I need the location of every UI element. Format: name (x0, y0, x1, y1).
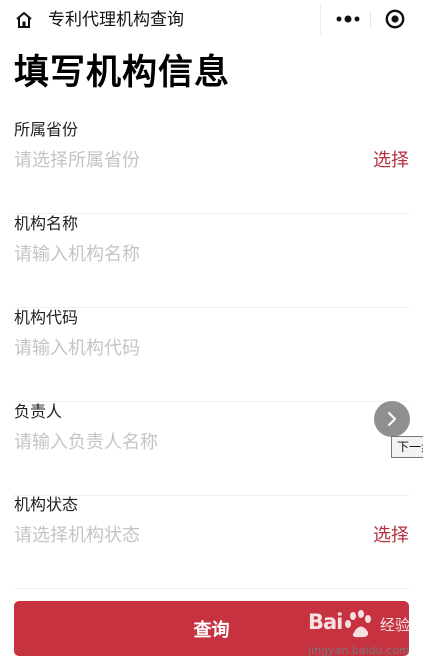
field-agency-code: 机构代码 (14, 307, 409, 402)
more-icon[interactable] (335, 11, 361, 27)
status-select-button[interactable]: 选择 (373, 524, 409, 548)
principal-label: 负责人 (14, 402, 63, 421)
paw-icon (344, 610, 376, 644)
field-agency-name: 机构名称 (14, 213, 409, 308)
watermark-url: jingyan.baidu.com (308, 644, 410, 657)
agency-status-input[interactable] (14, 524, 354, 548)
agency-name-input[interactable] (14, 243, 354, 267)
home-icon[interactable] (14, 10, 34, 30)
capsule-divider (370, 11, 371, 27)
chevron-right-icon (388, 412, 396, 426)
watermark-brand-text: 经验 (380, 616, 411, 634)
agency-code-label: 机构代码 (14, 308, 79, 327)
principal-input[interactable] (14, 431, 354, 455)
province-label: 所属省份 (14, 120, 79, 139)
baidu-jingyan-watermark: Bai 经验 jingyan.baidu.com (304, 608, 419, 666)
close-icon[interactable] (385, 9, 405, 29)
next-step-tooltip: 下一步 (391, 436, 423, 458)
agency-name-label: 机构名称 (14, 214, 79, 233)
page-title: 填写机构信息 (14, 53, 231, 93)
next-step-float-button[interactable] (374, 401, 410, 437)
field-principal: 负责人 (14, 401, 409, 496)
mini-program-capsule (320, 3, 419, 35)
field-province: 所属省份 选择 (14, 119, 409, 214)
top-navigation-bar: 专利代理机构查询 (0, 0, 423, 40)
app-title: 专利代理机构查询 (48, 10, 184, 30)
watermark-logo-text: Bai (308, 610, 343, 634)
agency-code-input[interactable] (14, 337, 354, 361)
agency-status-label: 机构状态 (14, 495, 79, 514)
province-select-button[interactable]: 选择 (373, 149, 409, 173)
field-agency-status: 机构状态 选择 (14, 494, 409, 589)
province-input[interactable] (14, 149, 354, 173)
